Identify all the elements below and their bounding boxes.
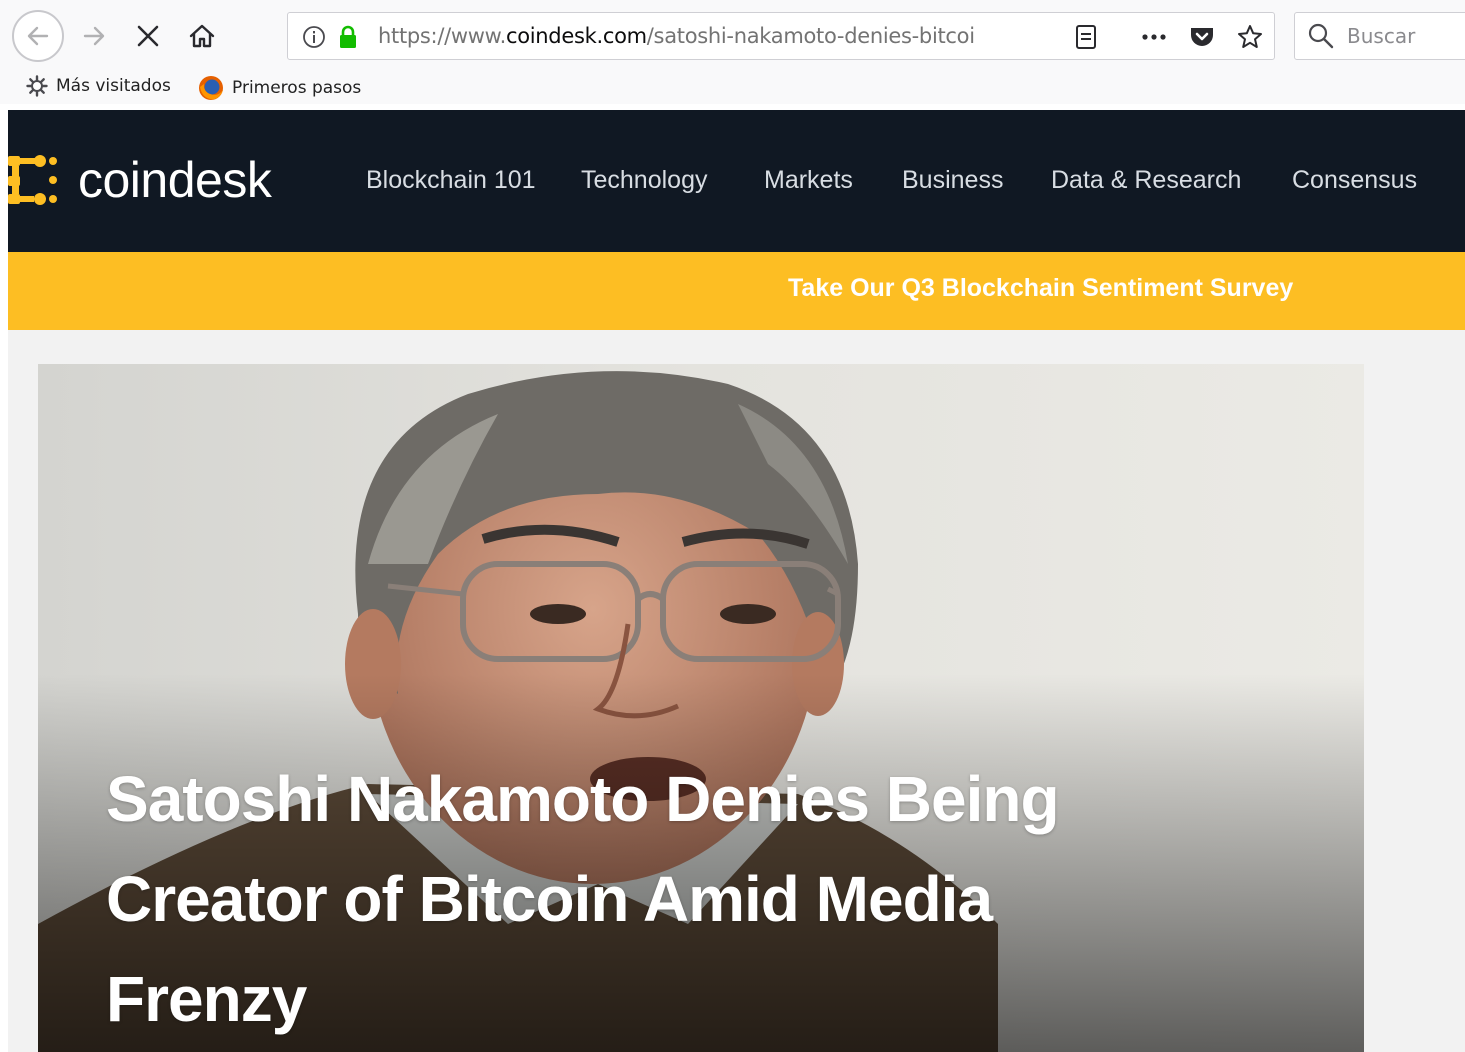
bookmarks-bar: Más visitados Primeros pasos bbox=[0, 72, 1465, 104]
firefox-icon bbox=[198, 75, 224, 101]
nav-item-markets[interactable]: Markets bbox=[764, 166, 853, 195]
article-title[interactable]: Satoshi Nakamoto Denies Being Creator of… bbox=[106, 749, 1206, 1049]
bookmark-getting-started[interactable]: Primeros pasos bbox=[198, 75, 361, 101]
lock-icon[interactable] bbox=[334, 23, 362, 51]
gear-icon bbox=[26, 75, 48, 97]
hero-image[interactable]: Satoshi Nakamoto Denies Being Creator of… bbox=[38, 364, 1364, 1052]
search-input[interactable] bbox=[1345, 22, 1465, 50]
nav-item-business[interactable]: Business bbox=[902, 166, 1003, 195]
url-domain: coindesk.com bbox=[505, 24, 647, 48]
coindesk-logo-icon bbox=[8, 155, 57, 205]
arrow-left-icon bbox=[27, 26, 49, 46]
back-button[interactable] bbox=[12, 10, 64, 62]
nav-item-data-research[interactable]: Data & Research bbox=[1051, 166, 1241, 195]
url-path: /satoshi-nakamoto-denies-bitcoi bbox=[646, 24, 975, 48]
search-bar[interactable] bbox=[1294, 12, 1465, 60]
stop-button[interactable] bbox=[126, 14, 170, 58]
nav-item-consensus[interactable]: Consensus bbox=[1292, 166, 1417, 195]
logo-text: coindesk bbox=[78, 152, 272, 208]
url-prefix: https://www. bbox=[378, 24, 506, 48]
home-icon bbox=[189, 24, 215, 48]
reader-view-icon[interactable] bbox=[1072, 23, 1100, 51]
url-text[interactable]: https://www.coindesk.com/satoshi-nakamot… bbox=[378, 24, 1018, 48]
browser-toolbar: https://www.coindesk.com/satoshi-nakamot… bbox=[0, 0, 1465, 72]
bookmark-label: Primeros pasos bbox=[232, 78, 362, 98]
coindesk-logo[interactable]: coindesk bbox=[8, 150, 272, 210]
site-header: coindesk Blockchain 101 Technology Marke… bbox=[8, 110, 1465, 252]
url-bar[interactable]: https://www.coindesk.com/satoshi-nakamot… bbox=[287, 12, 1275, 60]
close-icon bbox=[137, 25, 159, 47]
nav-item-technology[interactable]: Technology bbox=[581, 166, 707, 195]
bookmark-most-visited[interactable]: Más visitados bbox=[26, 75, 171, 97]
forward-button[interactable] bbox=[72, 14, 116, 58]
search-icon bbox=[1308, 23, 1334, 49]
arrow-right-icon bbox=[83, 26, 105, 46]
home-button[interactable] bbox=[180, 14, 224, 58]
survey-link[interactable]: Take Our Q3 Blockchain Sentiment Survey bbox=[788, 274, 1293, 303]
bookmark-label: Más visitados bbox=[56, 76, 171, 96]
survey-banner: Take Our Q3 Blockchain Sentiment Survey bbox=[8, 252, 1465, 330]
info-icon[interactable] bbox=[300, 23, 328, 51]
star-icon[interactable] bbox=[1236, 23, 1264, 51]
nav-item-blockchain-101[interactable]: Blockchain 101 bbox=[366, 166, 536, 195]
pocket-icon[interactable] bbox=[1188, 23, 1216, 51]
page-actions-icon[interactable] bbox=[1140, 23, 1168, 51]
